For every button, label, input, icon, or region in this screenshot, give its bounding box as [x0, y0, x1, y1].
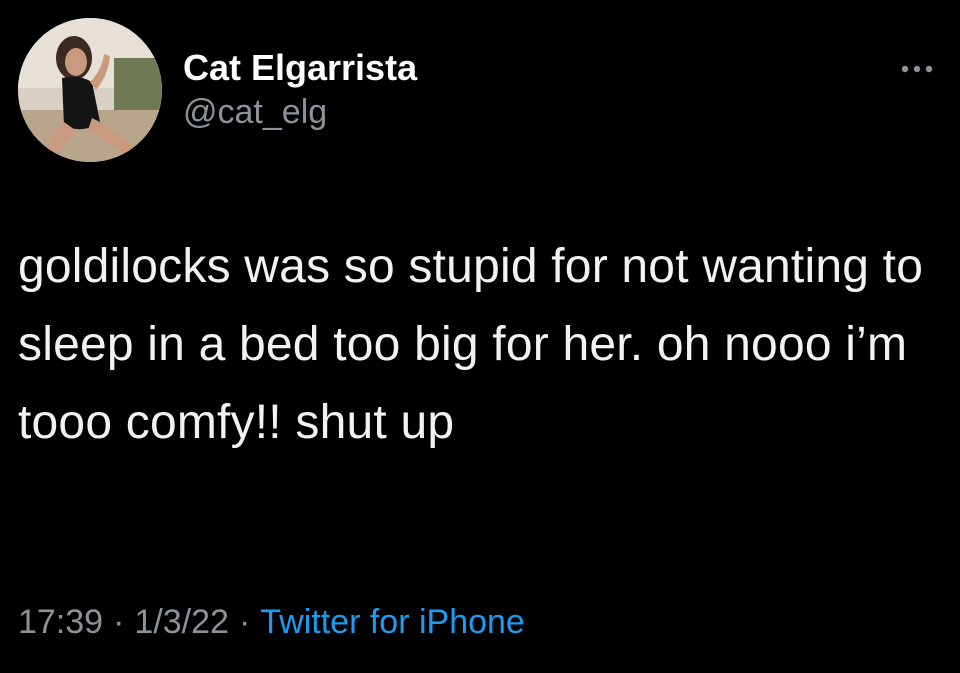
separator: ·	[113, 603, 125, 641]
tweet-text: goldilocks was so stupid for not wanting…	[18, 240, 937, 449]
tweet-date[interactable]: 1/3/22	[134, 603, 229, 641]
user-info[interactable]: Cat Elgarrista @cat_elg	[183, 46, 417, 132]
tweet-metadata: 17:39 · 1/3/22 · Twitter for iPhone	[18, 600, 525, 644]
user-handle[interactable]: @cat_elg	[183, 92, 417, 132]
avatar-photo	[18, 18, 162, 162]
separator: ·	[238, 603, 251, 641]
more-options-icon[interactable]	[898, 62, 936, 76]
tweet-card: Cat Elgarrista @cat_elg goldilocks was s…	[0, 0, 960, 673]
display-name[interactable]: Cat Elgarrista	[183, 46, 417, 90]
tweet-header: Cat Elgarrista @cat_elg	[18, 18, 942, 168]
avatar[interactable]	[18, 18, 162, 162]
tweet-time[interactable]: 17:39	[18, 603, 103, 641]
tweet-source-link[interactable]: Twitter for iPhone	[260, 603, 525, 641]
